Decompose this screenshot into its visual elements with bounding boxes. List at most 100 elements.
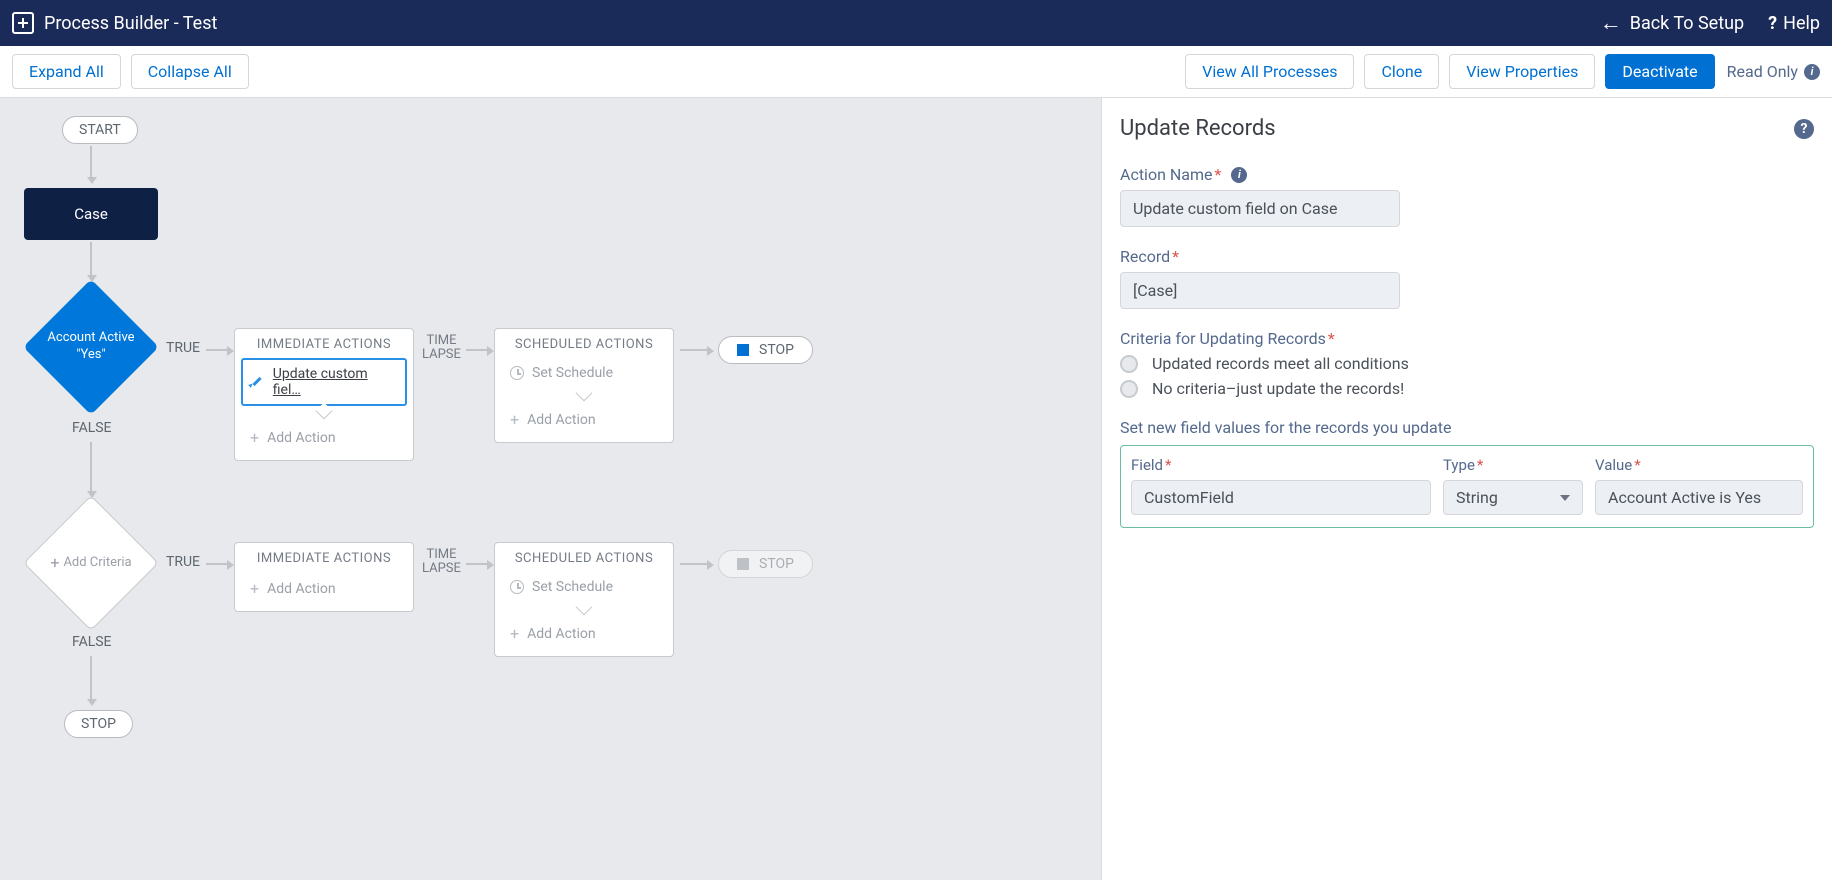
immediate-actions-box: IMMEDIATE ACTIONS Update custom fiel… + … (234, 328, 414, 461)
immediate-actions-box: IMMEDIATE ACTIONS + Add Action (234, 542, 414, 612)
scheduled-actions-box: SCHEDULED ACTIONS Set Schedule + Add Act… (494, 542, 674, 657)
immediate-actions-title: IMMEDIATE ACTIONS (235, 543, 413, 572)
plus-icon: + (510, 410, 519, 429)
arrow-icon (90, 656, 92, 700)
add-action-label: Add Action (267, 430, 336, 446)
stop-icon (737, 344, 749, 356)
criteria-radio-2-label: No criteria–just update the records! (1152, 379, 1404, 398)
criteria-node-active[interactable]: Account Active "Yes" (24, 280, 158, 414)
table-row: CustomField String Account Active is Yes (1131, 480, 1803, 515)
plus-icon: + (250, 428, 259, 447)
collapse-all-button[interactable]: Collapse All (131, 54, 249, 89)
view-all-processes-button[interactable]: View All Processes (1185, 54, 1354, 89)
back-arrow-icon: ← (1600, 10, 1622, 36)
help-link[interactable]: ? Help (1768, 13, 1820, 34)
criteria-radio-2[interactable]: No criteria–just update the records! (1120, 379, 1814, 398)
criteria-radio-1-label: Updated records meet all conditions (1152, 354, 1409, 373)
field-values-table: Field* Type* Value* CustomField String (1120, 445, 1814, 528)
plus-icon: + (50, 553, 59, 574)
action-name-label: Action Name (1120, 165, 1213, 184)
object-node[interactable]: Case (24, 188, 158, 240)
add-criteria-node[interactable]: + Add Criteria (24, 496, 158, 630)
criteria-radio-1[interactable]: Updated records meet all conditions (1120, 354, 1814, 373)
col-type-label: Type (1443, 456, 1475, 474)
add-action-label: Add Action (527, 412, 596, 428)
record-label: Record (1120, 247, 1170, 266)
view-properties-button[interactable]: View Properties (1449, 54, 1595, 89)
stop-label: STOP (759, 342, 794, 358)
arrow-icon (680, 349, 708, 351)
field-cell[interactable]: CustomField (1131, 480, 1431, 515)
true-label: TRUE (166, 554, 200, 570)
toolbar: Expand All Collapse All View All Process… (0, 46, 1832, 98)
stop-label: STOP (759, 556, 794, 572)
add-action-button[interactable]: + Add Action (501, 617, 667, 650)
set-schedule-label: Set Schedule (532, 365, 613, 381)
chevron-down-icon (1560, 495, 1570, 501)
false-label: FALSE (72, 634, 112, 650)
arrow-icon (90, 242, 92, 276)
field-cell-value: CustomField (1144, 488, 1234, 507)
stop-end-node: STOP (64, 710, 133, 738)
plus-icon: + (250, 579, 259, 598)
deactivate-button[interactable]: Deactivate (1605, 54, 1714, 89)
criteria-label-row: Criteria for Updating Records* (1120, 329, 1814, 348)
info-icon[interactable]: i (1804, 64, 1820, 80)
criteria1-line1: Account Active (47, 330, 134, 347)
set-schedule-button[interactable]: Set Schedule (501, 358, 667, 388)
scheduled-actions-title: SCHEDULED ACTIONS (495, 329, 673, 358)
time-lapse-label: TIME LAPSE (422, 334, 461, 363)
plus-icon: + (510, 624, 519, 643)
side-panel: Update Records ? Action Name* i Update c… (1102, 98, 1832, 880)
action-name-field: Update custom field on Case (1120, 190, 1400, 227)
add-criteria-label: Add Criteria (63, 555, 131, 572)
process-canvas[interactable]: START Case Account Active "Yes" TRUE IMM… (0, 98, 1102, 880)
action-name-value: Update custom field on Case (1133, 199, 1337, 218)
arrow-icon (206, 563, 228, 565)
col-field-header: Field* (1131, 456, 1431, 474)
panel-title: Update Records (1120, 116, 1276, 141)
clock-icon (510, 366, 524, 380)
add-action-button[interactable]: + Add Action (241, 572, 407, 605)
scheduled-actions-title: SCHEDULED ACTIONS (495, 543, 673, 572)
record-label-row: Record* (1120, 247, 1814, 266)
read-only-text: Read Only (1727, 62, 1798, 81)
read-only-label: Read Only i (1727, 62, 1820, 81)
type-cell[interactable]: String (1443, 480, 1583, 515)
true-label: TRUE (166, 340, 200, 356)
set-schedule-button[interactable]: Set Schedule (501, 572, 667, 602)
record-field: [Case] (1120, 272, 1400, 309)
arrow-icon (680, 563, 708, 565)
arrow-icon (90, 146, 92, 178)
app-icon (12, 12, 34, 34)
clone-button[interactable]: Clone (1364, 54, 1439, 89)
criteria-label: Criteria for Updating Records (1120, 329, 1326, 348)
add-action-button[interactable]: + Add Action (501, 403, 667, 436)
panel-help-icon[interactable]: ? (1794, 119, 1814, 139)
time-lapse-label: TIME LAPSE (422, 548, 461, 577)
add-action-label: Add Action (267, 581, 336, 597)
criteria1-line2: "Yes" (47, 347, 134, 364)
set-values-label: Set new field values for the records you… (1120, 418, 1814, 437)
stop-node-disabled: STOP (718, 550, 813, 578)
info-icon[interactable]: i (1231, 167, 1247, 183)
col-value-header: Value* (1595, 456, 1803, 474)
start-node: START (62, 116, 138, 144)
action-item-label: Update custom fiel… (273, 366, 397, 398)
col-field-label: Field (1131, 456, 1163, 474)
stop-icon (737, 558, 749, 570)
radio-icon (1120, 380, 1138, 398)
help-icon: ? (1768, 13, 1777, 34)
page-title: Process Builder - Test (44, 13, 217, 34)
col-value-label: Value (1595, 456, 1632, 474)
radio-icon (1120, 355, 1138, 373)
clock-icon (510, 580, 524, 594)
panel-title-row: Update Records ? (1120, 116, 1814, 141)
stop-node[interactable]: STOP (718, 336, 813, 364)
add-action-button[interactable]: + Add Action (241, 421, 407, 454)
scheduled-actions-box: SCHEDULED ACTIONS Set Schedule + Add Act… (494, 328, 674, 443)
expand-all-button[interactable]: Expand All (12, 54, 121, 89)
value-cell[interactable]: Account Active is Yes (1595, 480, 1803, 515)
back-to-setup-link[interactable]: ← Back To Setup (1600, 10, 1744, 36)
action-item-selected[interactable]: Update custom fiel… (241, 358, 407, 406)
